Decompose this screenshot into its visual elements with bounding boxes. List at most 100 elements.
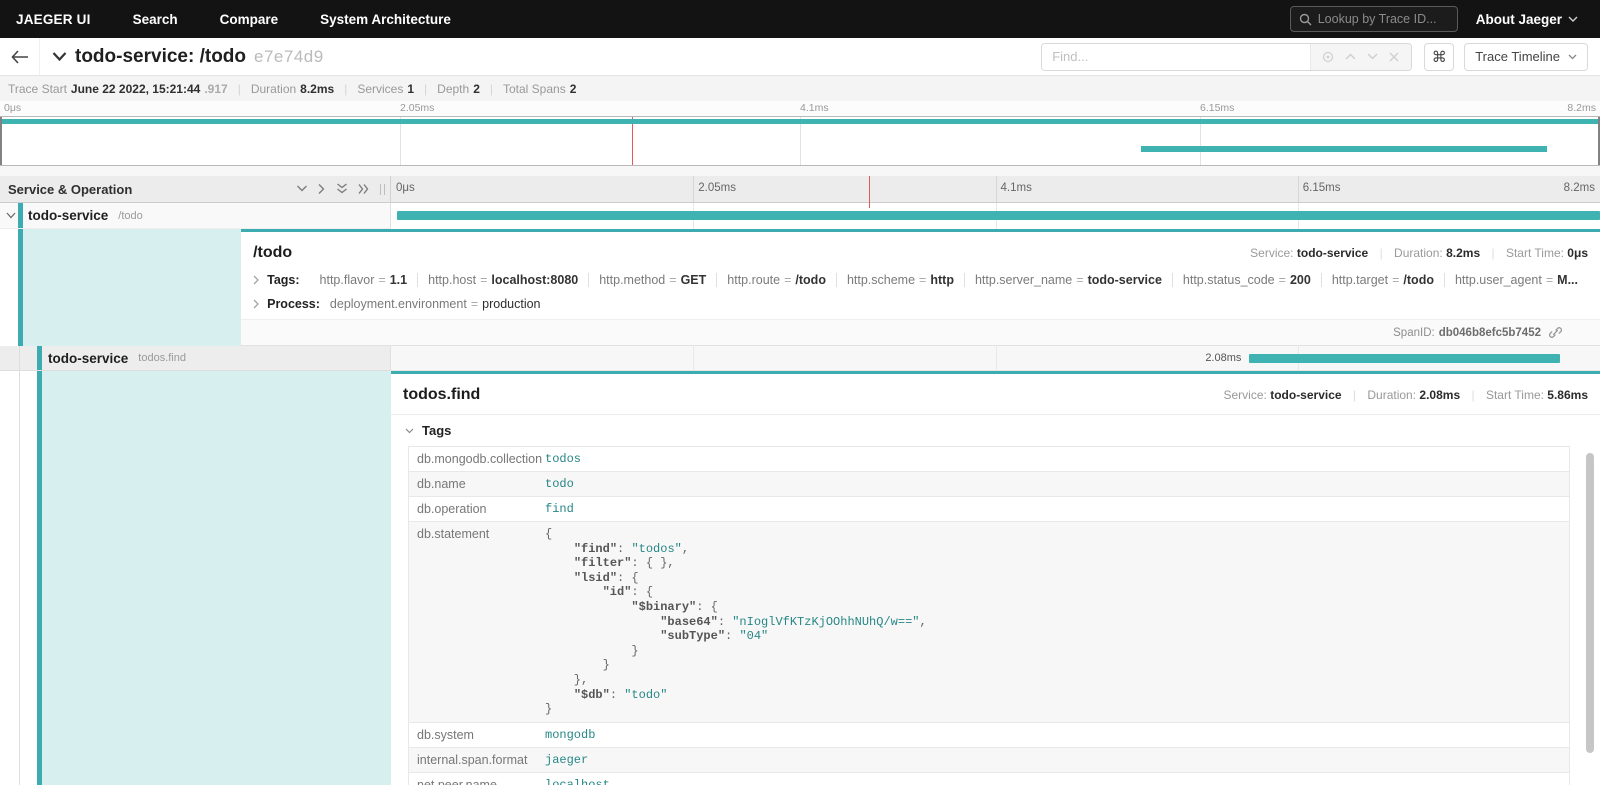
span-detail-todo: /todo Service: todo-service | Duration: … xyxy=(0,229,1600,346)
trace-id-lookup-placeholder: Lookup by Trace ID... xyxy=(1318,12,1437,26)
span-detail-meta: Service: todo-service | Duration: 2.08ms… xyxy=(1224,388,1589,402)
copy-link-icon[interactable] xyxy=(1549,326,1562,339)
keyboard-shortcuts-button[interactable]: ⌘ xyxy=(1424,43,1454,71)
top-nav: JAEGER UI Search Compare System Architec… xyxy=(0,0,1600,38)
find-tools xyxy=(1310,44,1411,70)
command-icon: ⌘ xyxy=(1432,48,1447,66)
tags-kv-table: db.mongodb.collectiontodos db.nametodo d… xyxy=(408,446,1570,785)
next-result-icon[interactable] xyxy=(1361,53,1383,60)
kv-row: db.mongodb.collectiontodos xyxy=(409,447,1569,472)
timeline-axis-header: 0μs 2.05ms 4.1ms 6.15ms 8.2ms xyxy=(391,176,1600,202)
tags-section-label: Tags xyxy=(422,423,451,438)
header-spacer xyxy=(0,166,1600,176)
minimap-tick-1: 2.05ms xyxy=(400,102,434,114)
back-button[interactable] xyxy=(0,38,40,75)
tag-pill: http.route=/todo xyxy=(717,273,837,287)
total-spans-label: Total Spans xyxy=(503,82,566,96)
trace-summary-bar: Trace Start June 22 2022, 15:21:44.917 |… xyxy=(0,76,1600,101)
kv-row: db.systemmongodb xyxy=(409,723,1569,748)
expand-all-icon[interactable] xyxy=(358,183,370,195)
detail-highlight-column xyxy=(42,371,391,785)
collapse-trace-chevron[interactable] xyxy=(52,52,67,61)
span-service-name: todo-service xyxy=(28,208,108,223)
tag-pill: http.user_agent=M... xyxy=(1445,273,1588,287)
clear-find-icon[interactable] xyxy=(1383,52,1405,62)
tag-pill: http.status_code=200 xyxy=(1173,273,1322,287)
about-jaeger-menu[interactable]: About Jaeger xyxy=(1476,12,1578,27)
trace-id-short: e7e74d9 xyxy=(254,47,324,67)
kv-row: net.peer.namelocalhost xyxy=(409,773,1569,785)
minimap-cursor-line xyxy=(632,117,633,165)
trace-id-lookup[interactable]: Lookup by Trace ID... xyxy=(1290,6,1458,32)
axis-tick-3: 6.15ms xyxy=(1303,182,1341,194)
nav-item-system-architecture[interactable]: System Architecture xyxy=(320,12,451,27)
minimap-child-span-bar xyxy=(1141,146,1547,152)
tag-pill: http.host=localhost:8080 xyxy=(418,273,589,287)
scrollbar-thumb[interactable] xyxy=(1586,453,1594,753)
span-duration-bar[interactable] xyxy=(1249,354,1560,363)
duration-label: Duration xyxy=(251,82,296,96)
span-row-todos-find[interactable]: todo-service todos.find 2.08ms xyxy=(0,346,1600,371)
process-label: Process: xyxy=(267,297,320,311)
tags-section-toggle[interactable]: Tags xyxy=(391,415,1600,444)
kv-row: internal.span.formatjaeger xyxy=(409,748,1569,773)
kv-row-db-statement: db.statement{ "find": "todos", "filter":… xyxy=(409,522,1569,723)
services-label: Services xyxy=(357,82,403,96)
chevron-right-icon xyxy=(253,275,259,285)
process-pill: deployment.environment=production xyxy=(330,297,551,311)
nav-item-compare[interactable]: Compare xyxy=(220,12,279,27)
chevron-right-icon xyxy=(253,299,259,309)
kv-row: db.operationfind xyxy=(409,497,1569,522)
minimap-tick-labels: 0μs 2.05ms 4.1ms 6.15ms 8.2ms xyxy=(0,101,1600,116)
span-row-todo[interactable]: todo-service /todo xyxy=(0,203,1600,229)
span-detail-title: /todo xyxy=(253,244,292,262)
jaeger-trace-page: JAEGER UI Search Compare System Architec… xyxy=(0,0,1600,785)
match-highlight-icon[interactable] xyxy=(1317,51,1339,63)
prev-result-icon[interactable] xyxy=(1339,53,1361,60)
minimap-tick-3: 6.15ms xyxy=(1200,102,1234,114)
span-duration-label: 2.08ms xyxy=(1205,352,1241,364)
collapse-all-icon[interactable] xyxy=(336,183,348,195)
detail-highlight-column xyxy=(23,229,241,346)
chevron-down-icon xyxy=(1568,54,1577,60)
tag-pill-list: http.flavor=1.1 http.host=localhost:8080… xyxy=(310,273,1588,287)
minimap-tick-0: 0μs xyxy=(4,102,21,114)
trace-view-selector[interactable]: Trace Timeline xyxy=(1464,43,1588,71)
chevron-down-icon xyxy=(1568,16,1578,22)
duration-value: 8.2ms xyxy=(300,82,334,96)
brand-jaeger-ui[interactable]: JAEGER UI xyxy=(16,12,91,27)
span-id-value: db046b8efc5b7452 xyxy=(1439,327,1541,339)
span-duration-bar[interactable] xyxy=(397,211,1600,220)
viewport-left-handle[interactable] xyxy=(0,117,2,165)
span-table-header: Service & Operation 0μs 2.05ms 4.1ms 6.1… xyxy=(0,176,1600,203)
depth-label: Depth xyxy=(437,82,469,96)
column-resize-handle[interactable] xyxy=(380,184,385,195)
find-input[interactable] xyxy=(1042,44,1310,70)
chevron-down-icon xyxy=(52,52,67,61)
about-jaeger-label: About Jaeger xyxy=(1476,12,1562,27)
span-operation-name: /todo xyxy=(118,210,142,222)
trace-start-label: Trace Start xyxy=(8,82,67,96)
span-operation-name: todos.find xyxy=(138,352,186,364)
process-accordion[interactable]: Process: deployment.environment=producti… xyxy=(241,292,1600,316)
arrow-left-icon xyxy=(11,50,29,64)
nav-item-search[interactable]: Search xyxy=(133,12,178,27)
row-collapse-chevron[interactable] xyxy=(6,212,16,219)
timeline-minimap[interactable] xyxy=(0,116,1600,166)
tags-label: Tags: xyxy=(267,273,299,287)
axis-tick-1: 2.05ms xyxy=(698,182,736,194)
tags-accordion[interactable]: Tags: http.flavor=1.1 http.host=localhos… xyxy=(241,268,1600,292)
span-service-name: todo-service xyxy=(48,351,128,366)
collapse-one-icon[interactable] xyxy=(296,185,308,193)
tag-pill: http.server_name=todo-service xyxy=(965,273,1173,287)
kv-row: db.nametodo xyxy=(409,472,1569,497)
tag-pill: http.flavor=1.1 xyxy=(310,273,419,287)
tag-pill: http.target=/todo xyxy=(1322,273,1445,287)
axis-tick-2: 4.1ms xyxy=(1001,182,1032,194)
expand-one-icon[interactable] xyxy=(318,183,326,195)
services-value: 1 xyxy=(407,82,414,96)
service-color-accent xyxy=(37,346,42,370)
trace-header: todo-service: /todo e7e74d9 ⌘ Trace Time… xyxy=(0,38,1600,76)
tag-pill: http.method=GET xyxy=(589,273,717,287)
span-id-footer: SpanID: db046b8efc5b7452 xyxy=(241,319,1600,345)
